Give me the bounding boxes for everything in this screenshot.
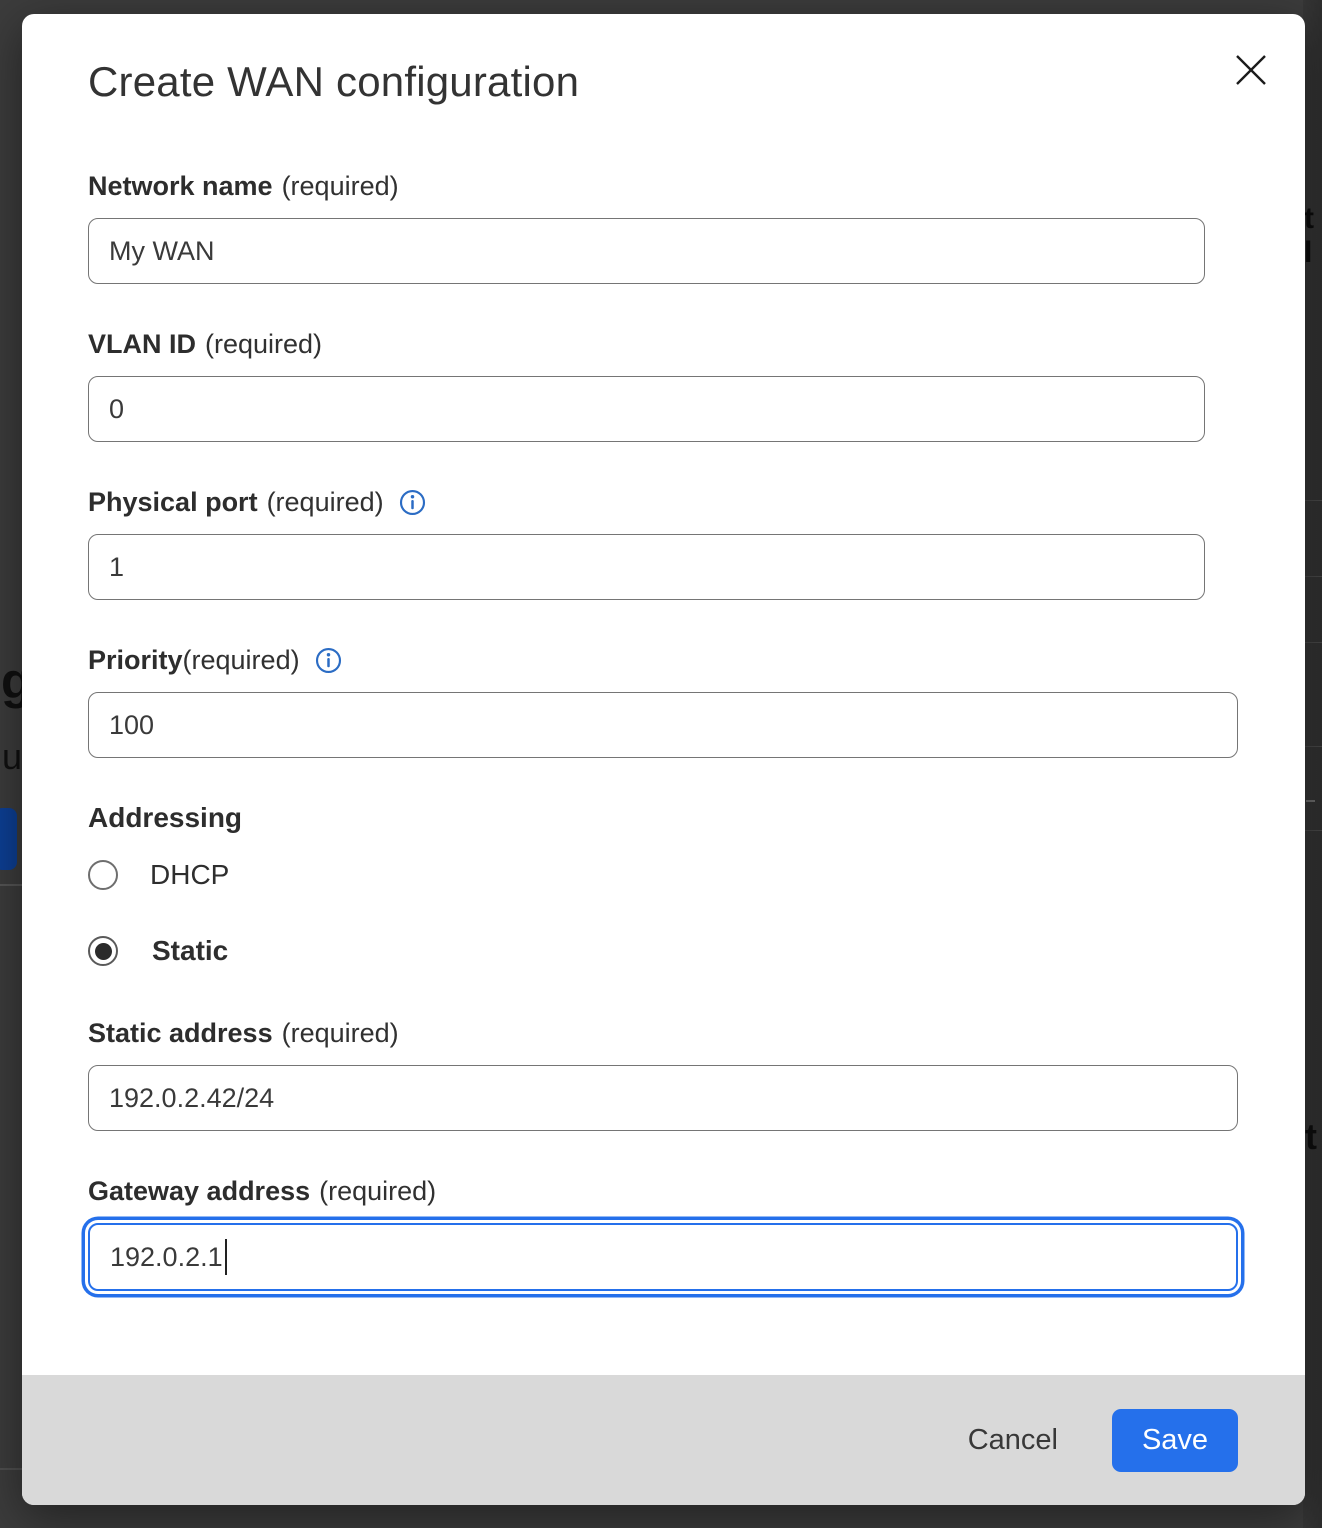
cancel-button[interactable]: Cancel xyxy=(968,1424,1058,1457)
priority-label: Priority xyxy=(88,642,183,678)
background-row-divider xyxy=(1303,642,1322,643)
radio-option-static[interactable]: Static xyxy=(88,935,1305,967)
vlan-id-input[interactable] xyxy=(88,376,1205,442)
static-address-field: Static address (required) xyxy=(88,1015,1305,1131)
gateway-address-label: Gateway address xyxy=(88,1173,310,1209)
priority-field: Priority (required) xyxy=(88,642,1305,758)
close-button[interactable] xyxy=(1229,48,1273,92)
background-row-divider xyxy=(1303,576,1322,577)
network-name-input[interactable] xyxy=(88,218,1205,284)
gateway-address-value: 192.0.2.1 xyxy=(110,1242,223,1273)
physical-port-label: Physical port xyxy=(88,484,258,520)
wan-form: Network name (required) VLAN ID (require… xyxy=(22,168,1305,1291)
info-icon[interactable] xyxy=(399,489,426,516)
screen: g u t l t Create WAN configuration Netwo… xyxy=(0,0,1322,1528)
gateway-address-field: Gateway address (required) 192.0.2.1 xyxy=(88,1173,1305,1291)
physical-port-input[interactable] xyxy=(88,534,1205,600)
required-hint: (required) xyxy=(319,1173,436,1209)
background-text-fragment: t xyxy=(1305,1116,1317,1158)
text-cursor xyxy=(225,1239,227,1275)
static-option-label: Static xyxy=(152,935,228,967)
addressing-heading: Addressing xyxy=(88,800,1305,836)
background-text-fragment: u xyxy=(2,736,22,778)
radio-unselected-icon[interactable] xyxy=(88,860,118,890)
background-row-divider xyxy=(1303,746,1322,747)
save-button[interactable]: Save xyxy=(1112,1409,1238,1472)
close-icon xyxy=(1233,52,1269,88)
required-hint: (required) xyxy=(183,642,300,678)
background-dash-fragment xyxy=(1306,800,1315,802)
required-hint: (required) xyxy=(267,484,384,520)
static-address-label: Static address xyxy=(88,1015,273,1051)
network-name-field: Network name (required) xyxy=(88,168,1305,284)
network-name-label: Network name xyxy=(88,168,273,204)
priority-input[interactable] xyxy=(88,692,1238,758)
vlan-id-field: VLAN ID (required) xyxy=(88,326,1305,442)
vlan-id-label: VLAN ID xyxy=(88,326,196,362)
radio-option-dhcp[interactable]: DHCP xyxy=(88,859,1305,891)
background-text-fragment: t l xyxy=(1304,202,1322,270)
physical-port-field: Physical port (required) xyxy=(88,484,1305,600)
background-divider xyxy=(0,884,22,886)
background-divider xyxy=(0,1468,22,1470)
dialog-footer: Cancel Save xyxy=(22,1375,1305,1505)
dhcp-option-label: DHCP xyxy=(150,859,229,891)
create-wan-dialog: Create WAN configuration Network name (r… xyxy=(22,14,1305,1505)
gateway-address-input[interactable]: 192.0.2.1 xyxy=(88,1223,1238,1291)
required-hint: (required) xyxy=(282,168,399,204)
background-row-divider xyxy=(1303,830,1322,831)
dialog-title: Create WAN configuration xyxy=(88,58,1305,106)
required-hint: (required) xyxy=(282,1015,399,1051)
radio-selected-icon[interactable] xyxy=(88,936,118,966)
info-icon[interactable] xyxy=(315,647,342,674)
static-address-input[interactable] xyxy=(88,1065,1238,1131)
background-button-fragment xyxy=(0,808,17,870)
background-row-divider xyxy=(1303,500,1322,501)
required-hint: (required) xyxy=(205,326,322,362)
